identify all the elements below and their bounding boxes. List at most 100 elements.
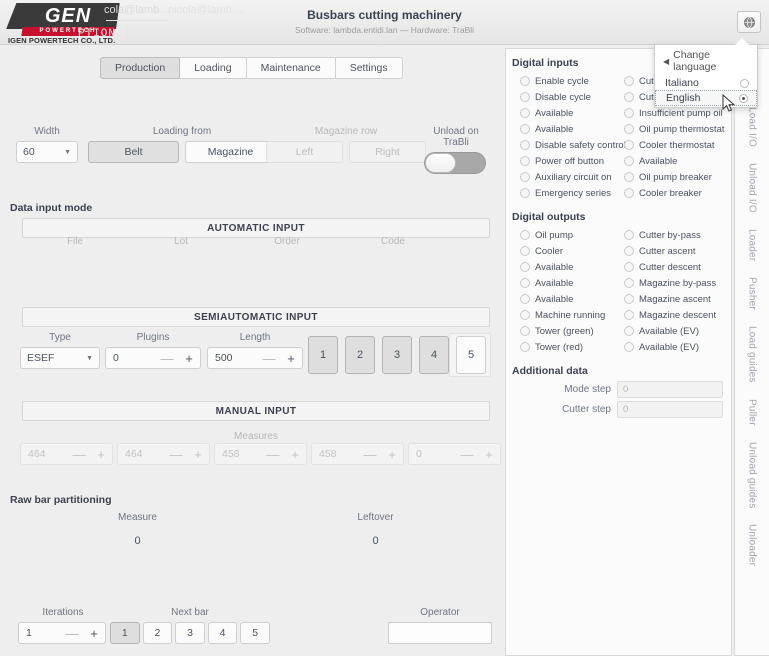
digital-output-item[interactable]: Available (EV) [624, 339, 728, 355]
digital-input-item[interactable]: Available [520, 105, 624, 121]
tab-maintenance[interactable]: Maintenance [246, 57, 336, 79]
type-select[interactable]: ESEF ▼ [20, 347, 100, 369]
iterations-stepper[interactable]: 1 — + [18, 622, 106, 644]
digital-input-item[interactable]: Available [624, 153, 728, 169]
digital-output-item[interactable]: Magazine descent [624, 307, 728, 323]
led-icon [624, 262, 634, 272]
digital-input-item[interactable]: Emergency series [520, 185, 624, 201]
language-popover-header[interactable]: ◀ Change language [655, 45, 757, 76]
raw-bar-section-label: Raw bar partitioning [10, 494, 112, 506]
digital-output-item[interactable]: Cutter by-pass [624, 227, 728, 243]
tab-production[interactable]: Production [100, 57, 181, 79]
plugins-minus-button[interactable]: — [156, 351, 178, 366]
digital-outputs-right-column: Cutter by-pass Cutter ascent Cutter desc… [624, 227, 728, 355]
measure-stepper-5: 0 — + [408, 443, 501, 465]
semiauto-bar-button-3[interactable]: 3 [382, 336, 412, 374]
plugins-stepper[interactable]: 0 — + [105, 347, 201, 369]
next-bar-button-3[interactable]: 3 [175, 622, 205, 644]
side-tab-loader[interactable]: Loader [747, 229, 758, 261]
next-bar-button-1[interactable]: 1 [110, 622, 140, 644]
unload-toggle[interactable] [424, 152, 486, 174]
type-control: Type ESEF ▼ [20, 332, 100, 369]
digital-output-label: Available (EV) [639, 325, 700, 337]
digital-input-item[interactable]: Cooler thermostat [624, 137, 728, 153]
digital-output-item[interactable]: Available [520, 291, 624, 307]
digital-output-label: Available (EV) [639, 341, 700, 353]
led-icon [520, 294, 530, 304]
digital-output-item[interactable]: Magazine by-pass [624, 275, 728, 291]
side-tab-pusher[interactable]: Pusher [747, 277, 758, 310]
next-bar-button-5[interactable]: 5 [240, 622, 270, 644]
language-option-english[interactable]: English [655, 90, 757, 106]
iterations-plus-button[interactable]: + [83, 626, 105, 641]
side-tab-unload-guides[interactable]: Unload guides [747, 442, 758, 509]
semiauto-bar-button-4[interactable]: 4 [419, 336, 449, 374]
digital-output-item[interactable]: Available [520, 259, 624, 275]
side-tab-puller[interactable]: Puller [747, 399, 758, 426]
language-button[interactable] [737, 11, 761, 33]
radio-icon[interactable] [740, 78, 749, 88]
chevron-down-icon: ▼ [86, 354, 93, 362]
semiauto-bar-button-1[interactable]: 1 [308, 336, 338, 374]
operator-input[interactable] [388, 622, 492, 644]
digital-input-item[interactable]: Enable cycle [520, 73, 624, 89]
led-icon [624, 140, 634, 150]
tab-loading[interactable]: Loading [180, 57, 247, 79]
digital-input-item[interactable]: Oil pump thermostat [624, 121, 728, 137]
led-icon [624, 124, 634, 134]
digital-output-item[interactable]: Cooler [520, 243, 624, 259]
width-value: 60 [23, 146, 35, 158]
loading-from-magazine-button[interactable]: Magazine [185, 141, 276, 163]
measure-stepper-1: 464 — + [20, 443, 113, 465]
radio-icon[interactable] [739, 93, 748, 103]
digital-output-item[interactable]: Tower (green) [520, 323, 624, 339]
automatic-input-band[interactable]: AUTOMATIC INPUT [22, 218, 490, 238]
digital-input-item[interactable]: Available [520, 121, 624, 137]
semiauto-bar-button-5[interactable]: 5 [456, 336, 486, 374]
digital-output-item[interactable]: Oil pump [520, 227, 624, 243]
tab-settings[interactable]: Settings [335, 57, 403, 79]
digital-input-label: Enable cycle [535, 75, 589, 87]
plugins-plus-button[interactable]: + [178, 351, 200, 366]
side-tab-unloader[interactable]: Unloader [747, 524, 758, 566]
next-bar-button-4[interactable]: 4 [207, 622, 238, 644]
digital-input-item[interactable]: Power off button [520, 153, 624, 169]
digital-output-item[interactable]: Cutter ascent [624, 243, 728, 259]
mode-step-input[interactable]: 0 [617, 381, 723, 398]
magazine-row-control: Magazine row Left Right [266, 126, 426, 163]
digital-input-item[interactable]: Disable safety controls [520, 137, 631, 153]
digital-output-item[interactable]: Tower (red) [520, 339, 624, 355]
semiauto-bar-button-2[interactable]: 2 [345, 336, 375, 374]
digital-input-item[interactable]: Auxiliary circuit on [520, 169, 624, 185]
field-label-order: Order [274, 236, 300, 247]
digital-output-label: Available [535, 293, 574, 305]
semiautomatic-input-band[interactable]: SEMIAUTOMATIC INPUT [22, 307, 490, 327]
digital-output-item[interactable]: Magazine ascent [624, 291, 728, 307]
digital-output-item[interactable]: Available (EV) [624, 323, 728, 339]
width-select[interactable]: 60 ▼ [16, 141, 78, 163]
iterations-minus-button[interactable]: — [61, 626, 83, 641]
length-plus-button[interactable]: + [280, 351, 302, 366]
loading-from-belt-button[interactable]: Belt [88, 141, 179, 163]
led-icon [520, 124, 530, 134]
digital-input-label: Disable safety controls [535, 139, 631, 151]
digital-output-item[interactable]: Machine running [520, 307, 624, 323]
side-tab-unload-io[interactable]: Unload I/O [747, 163, 758, 213]
digital-output-label: Cutter ascent [639, 245, 696, 257]
digital-input-item[interactable]: Oil pump breaker [624, 169, 728, 185]
side-tab-load-io[interactable]: Load I/O [747, 107, 758, 147]
side-tab-load-guides[interactable]: Load guides [747, 326, 758, 383]
digital-output-item[interactable]: Available [520, 275, 624, 291]
cutter-step-input[interactable]: 0 [617, 401, 723, 418]
digital-input-item[interactable]: Disable cycle [520, 89, 624, 105]
digital-input-item[interactable]: Cooler breaker [624, 185, 728, 201]
next-bar-button-2[interactable]: 2 [142, 622, 173, 644]
language-option-italiano[interactable]: Italiano [655, 76, 757, 90]
led-icon [520, 172, 530, 182]
manual-input-band[interactable]: MANUAL INPUT [22, 401, 490, 421]
length-stepper[interactable]: 500 — + [207, 347, 303, 369]
led-icon [520, 278, 530, 288]
operator-label: Operator [420, 607, 460, 618]
length-minus-button[interactable]: — [258, 351, 280, 366]
digital-output-item[interactable]: Cutter descent [624, 259, 728, 275]
